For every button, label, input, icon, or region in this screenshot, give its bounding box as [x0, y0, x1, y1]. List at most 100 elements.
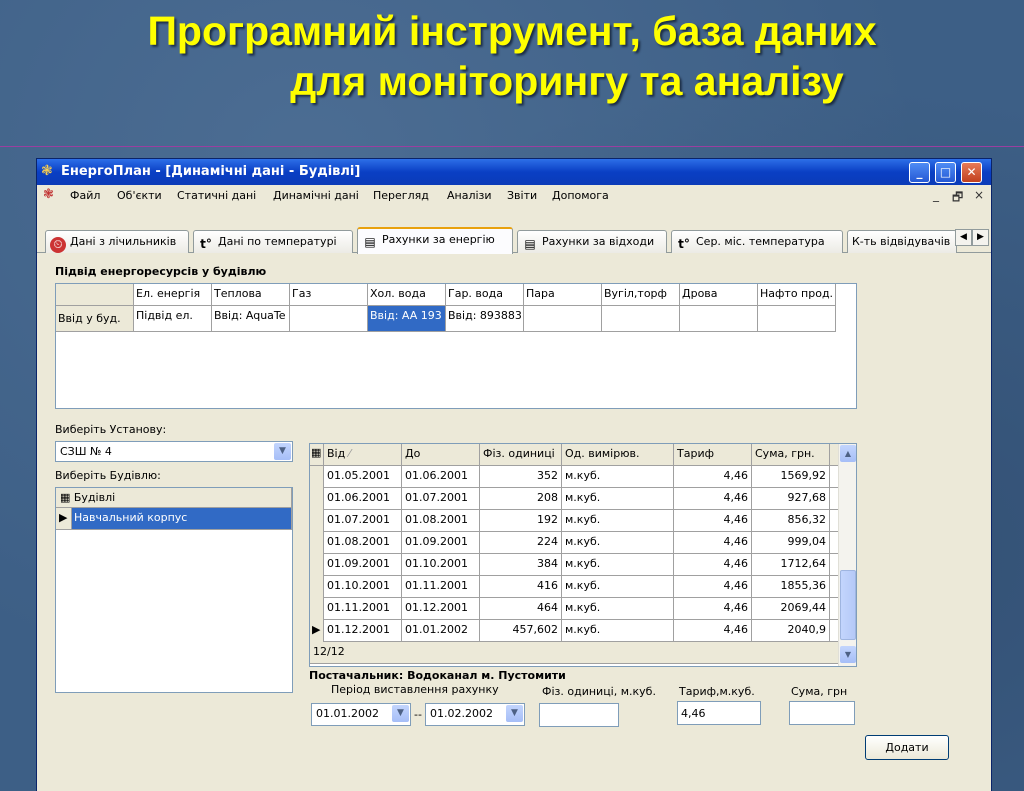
bill-measure[interactable]: м.куб.	[562, 510, 674, 532]
sum-input[interactable]	[789, 701, 855, 725]
scroll-down-icon[interactable]: ▼	[840, 646, 856, 663]
bill-sum[interactable]: 2069,44	[752, 598, 830, 620]
bills-row[interactable]: 01.08.2001 01.09.2001 224 м.куб. 4,46 999,04	[310, 532, 838, 554]
bill-from[interactable]: 01.08.2001	[324, 532, 402, 554]
bill-from[interactable]: 01.09.2001	[324, 554, 402, 576]
bill-from[interactable]: 01.11.2001	[324, 598, 402, 620]
bill-sum[interactable]: 1855,36	[752, 576, 830, 598]
bills-col-from[interactable]: Від ⁄	[324, 444, 402, 466]
bills-row[interactable]: ▶ 01.12.2001 01.01.2002 457,602 м.куб. 4,46 20…	[310, 620, 838, 642]
mdi-restore-button[interactable]: 🗗	[952, 188, 963, 209]
bill-units[interactable]: 464	[480, 598, 562, 620]
bill-to[interactable]: 01.09.2001	[402, 532, 480, 554]
bill-sum[interactable]: 999,04	[752, 532, 830, 554]
bill-from[interactable]: 01.05.2001	[324, 466, 402, 488]
bill-sum[interactable]: 2040,9	[752, 620, 830, 642]
close-button[interactable]: ✕	[961, 162, 982, 183]
bills-col-to[interactable]: До	[402, 444, 480, 466]
chevron-down-icon[interactable]: ▼	[506, 705, 523, 722]
date-to-select[interactable]: 01.02.2002 ▼	[425, 703, 525, 726]
tab-scroll-left-icon[interactable]: ◀	[955, 229, 972, 246]
bill-tariff[interactable]: 4,46	[674, 620, 752, 642]
tab-temperature-data[interactable]: t° Дані по температурі	[193, 230, 353, 253]
bill-tariff[interactable]: 4,46	[674, 532, 752, 554]
date-from-select[interactable]: 01.01.2002 ▼	[311, 703, 411, 726]
tab-waste-bills[interactable]: ▤ Рахунки за відходи	[517, 230, 667, 253]
bill-units[interactable]: 352	[480, 466, 562, 488]
supply-cell[interactable]: Ввід: AquaTe	[212, 306, 290, 332]
mdi-minimize-button[interactable]: _	[933, 188, 939, 202]
tab-visitors[interactable]: К-ть відвідувачів	[847, 230, 957, 253]
bill-units[interactable]: 192	[480, 510, 562, 532]
mdi-close-button[interactable]: ×	[974, 188, 984, 202]
bill-to[interactable]: 01.07.2001	[402, 488, 480, 510]
bill-sum[interactable]: 1569,92	[752, 466, 830, 488]
bill-to[interactable]: 01.01.2002	[402, 620, 480, 642]
bill-tariff[interactable]: 4,46	[674, 576, 752, 598]
bill-units[interactable]: 416	[480, 576, 562, 598]
supply-cell[interactable]	[602, 306, 680, 332]
bill-from[interactable]: 01.06.2001	[324, 488, 402, 510]
bills-col-measure[interactable]: Од. вимірюв.	[562, 444, 674, 466]
window-titlebar[interactable]: ❃ ЕнергоПлан - [Динамічні дані - Будівлі…	[37, 159, 991, 185]
bill-to[interactable]: 01.08.2001	[402, 510, 480, 532]
bill-to[interactable]: 01.10.2001	[402, 554, 480, 576]
add-button[interactable]: Додати	[865, 735, 949, 760]
supply-cell[interactable]	[758, 306, 836, 332]
bills-scrollbar[interactable]: ▲ ▼	[838, 444, 856, 666]
building-item[interactable]: Навчальний корпус	[72, 508, 292, 530]
tab-avg-temperature[interactable]: t° Сер. міс. температура	[671, 230, 843, 253]
chevron-down-icon[interactable]: ▼	[392, 705, 409, 722]
bill-units[interactable]: 224	[480, 532, 562, 554]
menu-objects[interactable]: Об'єкти	[117, 189, 162, 202]
bill-measure[interactable]: м.куб.	[562, 598, 674, 620]
bill-tariff[interactable]: 4,46	[674, 598, 752, 620]
bills-row[interactable]: 01.11.2001 01.12.2001 464 м.куб. 4,46 2069,44	[310, 598, 838, 620]
bills-row[interactable]: 01.05.2001 01.06.2001 352 м.куб. 4,46 1569,92	[310, 466, 838, 488]
bills-col-units[interactable]: Фіз. одиниці	[480, 444, 562, 466]
menu-dynamic-data[interactable]: Динамічні дані	[273, 189, 359, 202]
bill-to[interactable]: 01.12.2001	[402, 598, 480, 620]
menu-view[interactable]: Перегляд	[373, 189, 429, 202]
menu-help[interactable]: Допомога	[552, 189, 609, 202]
bill-tariff[interactable]: 4,46	[674, 488, 752, 510]
scroll-up-icon[interactable]: ▲	[840, 445, 856, 462]
bill-sum[interactable]: 927,68	[752, 488, 830, 510]
menu-file[interactable]: Файл	[70, 189, 100, 202]
chevron-down-icon[interactable]: ▼	[274, 443, 291, 460]
bill-to[interactable]: 01.06.2001	[402, 466, 480, 488]
bill-units[interactable]: 457,602	[480, 620, 562, 642]
bill-measure[interactable]: м.куб.	[562, 488, 674, 510]
tab-meter-data[interactable]: ⏲ Дані з лічильників	[45, 230, 189, 253]
bill-tariff[interactable]: 4,46	[674, 466, 752, 488]
bills-row[interactable]: 01.10.2001 01.11.2001 416 м.куб. 4,46 1855,36	[310, 576, 838, 598]
menu-reports[interactable]: Звіти	[507, 189, 537, 202]
bill-from[interactable]: 01.12.2001	[324, 620, 402, 642]
supply-cell[interactable]: Ввід: 893883	[446, 306, 524, 332]
bills-row[interactable]: 01.06.2001 01.07.2001 208 м.куб. 4,46 927,68	[310, 488, 838, 510]
bill-to[interactable]: 01.11.2001	[402, 576, 480, 598]
minimize-button[interactable]: _	[909, 162, 930, 183]
maximize-button[interactable]: □	[935, 162, 956, 183]
menu-static-data[interactable]: Статичні дані	[177, 189, 256, 202]
bill-sum[interactable]: 856,32	[752, 510, 830, 532]
bill-tariff[interactable]: 4,46	[674, 510, 752, 532]
supply-cell[interactable]	[290, 306, 368, 332]
tariff-input[interactable]: 4,46	[677, 701, 761, 725]
bill-measure[interactable]: м.куб.	[562, 466, 674, 488]
scroll-thumb[interactable]	[840, 570, 856, 640]
bills-row[interactable]: 01.07.2001 01.08.2001 192 м.куб. 4,46 856,32	[310, 510, 838, 532]
bill-tariff[interactable]: 4,46	[674, 554, 752, 576]
bill-measure[interactable]: м.куб.	[562, 554, 674, 576]
menu-analysis[interactable]: Аналізи	[447, 189, 492, 202]
bill-sum[interactable]: 1712,64	[752, 554, 830, 576]
bill-units[interactable]: 208	[480, 488, 562, 510]
units-input[interactable]	[539, 703, 619, 727]
bill-units[interactable]: 384	[480, 554, 562, 576]
bills-col-sum[interactable]: Сума, грн.	[752, 444, 830, 466]
bill-measure[interactable]: м.куб.	[562, 620, 674, 642]
supply-cell[interactable]	[680, 306, 758, 332]
bill-from[interactable]: 01.10.2001	[324, 576, 402, 598]
bills-row[interactable]: 01.09.2001 01.10.2001 384 м.куб. 4,46 1712,64	[310, 554, 838, 576]
bills-col-tariff[interactable]: Тариф	[674, 444, 752, 466]
